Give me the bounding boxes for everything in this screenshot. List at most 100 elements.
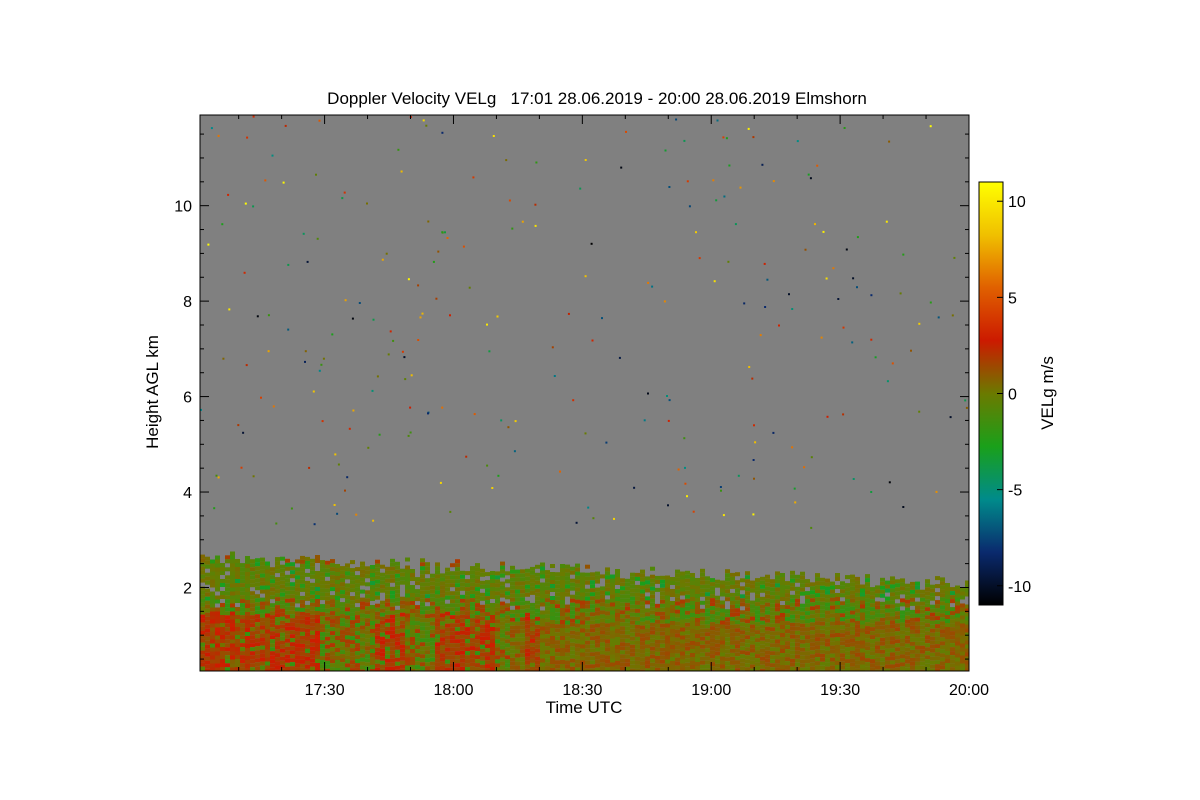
velocity-cell <box>575 603 580 608</box>
velocity-cell <box>930 588 935 593</box>
velocity-cell <box>285 606 290 611</box>
noise-speckle <box>772 180 775 183</box>
velocity-cell <box>200 650 205 655</box>
velocity-cell <box>650 634 655 639</box>
velocity-cell <box>330 567 335 572</box>
velocity-cell <box>440 589 445 594</box>
velocity-cell <box>435 610 440 615</box>
velocity-cell <box>525 592 530 597</box>
velocity-cell <box>570 614 575 619</box>
velocity-cell <box>360 645 365 650</box>
velocity-cell <box>335 652 340 656</box>
velocity-cell <box>675 617 680 622</box>
velocity-cell <box>435 662 440 667</box>
velocity-cell <box>605 639 610 644</box>
velocity-cell <box>220 663 225 667</box>
velocity-cell <box>810 642 815 647</box>
velocity-cell <box>390 650 395 655</box>
velocity-cell <box>895 663 900 668</box>
velocity-cell <box>850 662 855 667</box>
velocity-cell <box>480 584 485 589</box>
velocity-cell <box>815 593 820 598</box>
velocity-cell <box>605 571 610 576</box>
velocity-cell <box>265 621 270 626</box>
velocity-cell <box>600 666 605 671</box>
velocity-cell <box>820 617 825 622</box>
velocity-cell <box>565 628 570 633</box>
velocity-cell <box>660 639 665 644</box>
velocity-cell <box>320 564 325 569</box>
velocity-cell <box>205 624 210 629</box>
velocity-cell <box>625 582 630 587</box>
velocity-cell <box>465 647 470 652</box>
velocity-cell <box>260 629 265 634</box>
velocity-cell <box>645 620 650 625</box>
velocity-cell <box>915 645 920 650</box>
velocity-cell <box>440 577 445 582</box>
velocity-cell <box>540 566 545 571</box>
velocity-cell <box>295 575 300 580</box>
noise-speckle <box>722 136 725 139</box>
noise-speckle <box>677 468 680 471</box>
velocity-cell <box>280 568 285 573</box>
velocity-cell <box>340 634 345 639</box>
velocity-cell <box>925 599 930 604</box>
velocity-cell <box>695 654 700 658</box>
velocity-cell <box>430 605 435 610</box>
velocity-cell <box>375 643 380 648</box>
velocity-cell <box>515 665 520 670</box>
velocity-cell <box>460 666 465 671</box>
velocity-cell <box>275 661 280 666</box>
velocity-cell <box>245 652 250 656</box>
velocity-cell <box>370 569 375 573</box>
velocity-cell <box>800 635 805 640</box>
velocity-cell <box>925 639 930 644</box>
velocity-cell <box>265 645 270 650</box>
velocity-cell <box>465 663 470 668</box>
velocity-cell <box>565 624 570 629</box>
velocity-cell <box>665 627 670 632</box>
velocity-cell <box>560 652 565 656</box>
velocity-cell <box>250 611 255 616</box>
velocity-cell <box>620 590 625 595</box>
velocity-cell <box>525 632 530 637</box>
velocity-cell <box>620 622 625 627</box>
velocity-cell <box>850 666 855 671</box>
velocity-cell <box>315 647 320 651</box>
velocity-cell <box>570 622 575 627</box>
y-tick-label: 6 <box>183 390 192 407</box>
velocity-cell <box>595 619 600 624</box>
noise-speckle <box>244 202 247 205</box>
velocity-cell <box>240 595 245 600</box>
velocity-cell <box>540 586 545 591</box>
velocity-cell <box>730 596 735 601</box>
velocity-cell <box>530 638 535 643</box>
velocity-cell <box>770 643 775 648</box>
velocity-cell <box>320 560 325 565</box>
velocity-cell <box>415 597 420 602</box>
velocity-cell <box>470 582 475 587</box>
velocity-cell <box>770 635 775 640</box>
velocity-cell <box>740 622 745 627</box>
velocity-cell <box>235 643 240 647</box>
velocity-cell <box>515 637 520 642</box>
velocity-cell <box>585 604 590 609</box>
velocity-cell <box>785 617 790 622</box>
velocity-cell <box>375 579 380 584</box>
velocity-cell <box>900 626 905 631</box>
velocity-cell <box>945 647 950 651</box>
velocity-cell <box>390 598 395 603</box>
velocity-cell <box>435 578 440 583</box>
velocity-cell <box>915 649 920 654</box>
velocity-cell <box>580 604 585 609</box>
velocity-cell <box>385 658 390 663</box>
velocity-cell <box>395 597 400 602</box>
velocity-cell <box>805 655 810 660</box>
velocity-cell <box>785 641 790 646</box>
velocity-cell <box>855 652 860 657</box>
velocity-cell <box>480 664 485 669</box>
velocity-cell <box>560 600 565 604</box>
velocity-cell <box>690 665 695 669</box>
velocity-cell <box>830 593 835 598</box>
velocity-cell <box>275 589 280 594</box>
